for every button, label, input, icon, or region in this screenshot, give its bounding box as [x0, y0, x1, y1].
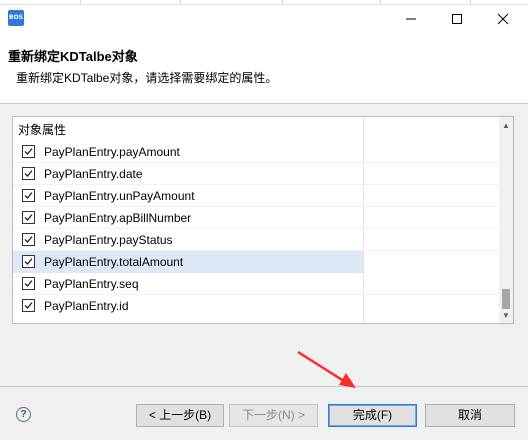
table-row[interactable]: PayPlanEntry.id: [13, 295, 499, 317]
close-icon: [497, 13, 509, 25]
page-title: 重新绑定KDTalbe对象: [8, 49, 138, 64]
table-row[interactable]: PayPlanEntry.unPayAmount: [13, 185, 499, 207]
row-label: PayPlanEntry.id: [44, 299, 129, 313]
table-row[interactable]: PayPlanEntry.date: [13, 163, 499, 185]
app-icon: BOS: [8, 10, 24, 26]
row-checkbox[interactable]: [22, 255, 35, 268]
cancel-button[interactable]: 取消: [425, 404, 515, 427]
row-checkbox[interactable]: [22, 145, 35, 158]
check-icon: [24, 258, 33, 265]
row-label: PayPlanEntry.seq: [44, 277, 139, 291]
minimize-icon: [406, 18, 416, 20]
scroll-thumb[interactable]: [502, 289, 510, 309]
table-row-selected[interactable]: PayPlanEntry.totalAmount: [13, 251, 363, 273]
check-icon: [24, 302, 33, 309]
finish-button[interactable]: 完成(F): [328, 404, 417, 427]
close-button[interactable]: [480, 4, 526, 34]
table-row[interactable]: PayPlanEntry.payStatus: [13, 229, 499, 251]
row-checkbox[interactable]: [22, 189, 35, 202]
wizard-header: 重新绑定KDTalbe对象 重新绑定KDTalbe对象，请选择需要绑定的属性。: [0, 36, 528, 104]
maximize-button[interactable]: [434, 4, 480, 34]
row-label: PayPlanEntry.totalAmount: [44, 255, 184, 269]
help-icon[interactable]: ?: [16, 407, 31, 422]
row-label: PayPlanEntry.date: [44, 167, 143, 181]
check-icon: [24, 280, 33, 287]
table-row[interactable]: PayPlanEntry.seq: [13, 273, 499, 295]
property-table: 对象属性 PayPlanEntry.payAmount PayPlanEntry…: [12, 116, 514, 324]
row-label: PayPlanEntry.payAmount: [44, 145, 180, 159]
back-button[interactable]: < 上一步(B): [136, 404, 224, 427]
scroll-up-arrow-icon[interactable]: ▲: [499, 117, 513, 133]
row-checkbox[interactable]: [22, 233, 35, 246]
row-checkbox[interactable]: [22, 277, 35, 290]
check-icon: [24, 214, 33, 221]
check-icon: [24, 236, 33, 243]
next-button[interactable]: 下一步(N) >: [229, 404, 318, 427]
row-label: PayPlanEntry.apBillNumber: [44, 211, 192, 225]
row-checkbox[interactable]: [22, 211, 35, 224]
row-label: PayPlanEntry.payStatus: [44, 233, 173, 247]
table-row[interactable]: PayPlanEntry.payAmount: [13, 141, 499, 163]
page-description: 重新绑定KDTalbe对象，请选择需要绑定的属性。: [16, 71, 278, 85]
row-label: PayPlanEntry.unPayAmount: [44, 189, 195, 203]
footer-divider: [0, 386, 528, 387]
scroll-down-arrow-icon[interactable]: ▼: [499, 307, 513, 323]
row-checkbox[interactable]: [22, 167, 35, 180]
check-icon: [24, 192, 33, 199]
row-checkbox[interactable]: [22, 299, 35, 312]
vertical-scrollbar[interactable]: ▲ ▼: [499, 117, 513, 323]
maximize-icon: [452, 14, 462, 24]
check-icon: [24, 148, 33, 155]
title-bar: BOS: [0, 0, 528, 36]
table-row[interactable]: PayPlanEntry.apBillNumber: [13, 207, 499, 229]
column-header: 对象属性: [18, 123, 67, 137]
check-icon: [24, 170, 33, 177]
minimize-button[interactable]: [388, 4, 434, 34]
